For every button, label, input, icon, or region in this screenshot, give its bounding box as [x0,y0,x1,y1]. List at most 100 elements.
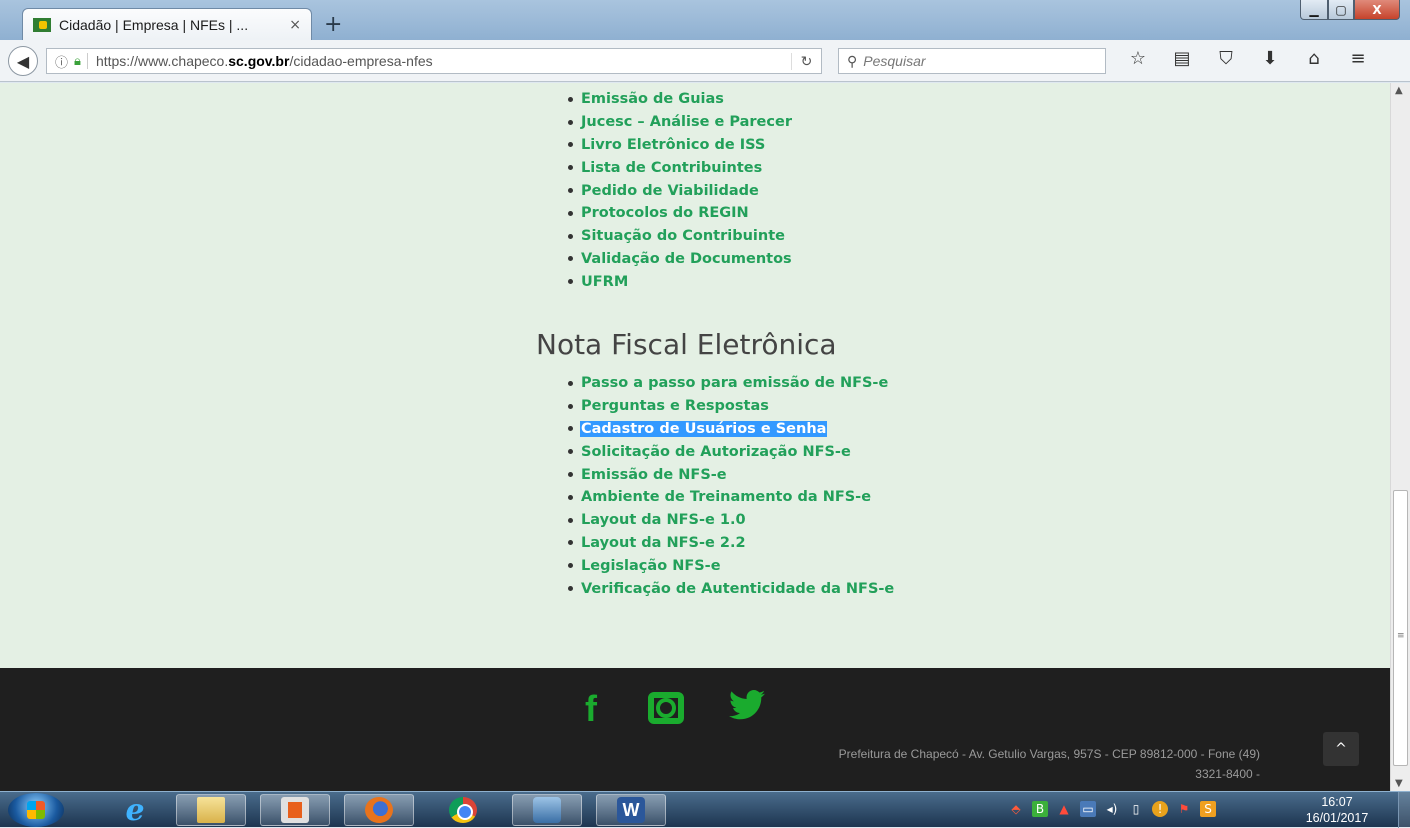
link-text[interactable]: Emissão de NFS-e [580,467,728,483]
clock-date: 16/01/2017 [1305,811,1369,825]
app-tray-icon[interactable]: S [1200,801,1216,817]
link-text[interactable]: Emissão de Guias [580,91,725,107]
windows-logo-icon [27,801,45,819]
back-arrow-icon: ◀ [16,51,30,71]
link-text[interactable]: Legislação NFS-e [580,558,722,574]
list-item[interactable]: Perguntas e Respostas [568,395,895,418]
browser-tab[interactable]: Cidadão | Empresa | NFEs | ... × [22,8,312,40]
volume-icon[interactable]: ◂) [1104,801,1120,817]
info-icon[interactable]: ⓘ [55,52,68,71]
scrollbar-thumb[interactable]: ≡ [1393,490,1408,766]
media-player-icon [281,797,309,823]
link-text[interactable]: Livro Eletrônico de ISS [580,137,766,153]
link-text[interactable]: Lista de Contribuintes [580,160,763,176]
bookmark-star-icon[interactable]: ☆ [1116,48,1160,69]
link-text[interactable]: Protocolos do REGIN [580,205,750,221]
facebook-icon[interactable]: f [585,688,597,730]
instagram-icon[interactable] [648,692,684,724]
list-item[interactable]: Jucesc – Análise e Parecer [568,111,793,134]
lock-icon[interactable]: 🔒︎ [74,53,81,69]
link-text[interactable]: Solicitação de Autorização NFS-e [580,444,852,460]
warning-icon[interactable]: ▲ [1056,801,1072,817]
system-clock[interactable]: 16:07 16/01/2017 [1292,794,1382,826]
home-icon[interactable]: ⌂ [1292,48,1336,69]
list-item[interactable]: Protocolos do REGIN [568,202,793,225]
list-item-selected[interactable]: Cadastro de Usuários e Senha [568,418,895,441]
link-text[interactable]: Situação do Contribuinte [580,228,786,244]
tab-title: Cidadão | Empresa | NFEs | ... [59,16,249,33]
list-item[interactable]: Pedido de Viabilidade [568,179,793,202]
list-item[interactable]: Situação do Contribuinte [568,225,793,248]
system-tray: ⬘ B ▲ ▭ ◂) ▯ ! ⚑ S [1008,801,1216,817]
list-item[interactable]: Layout da NFS-e 2.2 [568,532,895,555]
download-icon[interactable]: ⬇ [1248,48,1292,69]
title-bar: Cidadão | Empresa | NFEs | ... × + ▁ ▢ X [0,0,1410,40]
site-favicon [33,17,51,32]
new-tab-button[interactable]: + [324,12,342,37]
link-text[interactable]: Perguntas e Respostas [580,398,770,414]
taskbar-ie[interactable]: e [100,793,170,828]
list-item[interactable]: Livro Eletrônico de ISS [568,134,793,157]
link-text[interactable]: Layout da NFS-e 2.2 [580,535,747,551]
list-item[interactable]: Emissão de NFS-e [568,463,895,486]
list-item[interactable]: Ambiente de Treinamento da NFS-e [568,486,895,509]
link-text[interactable]: Verificação de Autenticidade da NFS-e [580,581,895,597]
window-controls: ▁ ▢ X [1300,0,1400,20]
url-path: /cidadao-empresa-nfes [289,53,433,69]
link-text[interactable]: Jucesc – Análise e Parecer [580,114,793,130]
network-arrows-icon[interactable]: ⬘ [1008,801,1024,817]
address-bar[interactable]: ⓘ 🔒︎ https://www.chapeco.sc.gov.br/cidad… [46,48,822,74]
list-item[interactable]: Passo a passo para emissão de NFS-e [568,372,895,395]
back-to-top-button[interactable]: ^ [1323,732,1359,766]
link-text[interactable]: Validação de Documentos [580,251,793,267]
section-title: Nota Fiscal Eletrônica [536,328,837,361]
taskbar-firefox[interactable] [344,794,414,826]
network-icon[interactable]: ▯ [1128,801,1144,817]
scroll-down-icon[interactable]: ▼ [1395,778,1403,789]
pocket-icon[interactable]: ⛉ [1204,48,1248,69]
link-text[interactable]: Pedido de Viabilidade [580,183,760,199]
twitter-icon[interactable] [728,690,766,720]
list-item[interactable]: Emissão de Guias [568,88,793,111]
list-item[interactable]: Lista de Contribuintes [568,156,793,179]
link-text[interactable]: Layout da NFS-e 1.0 [580,512,747,528]
b-app-icon[interactable]: B [1032,801,1048,817]
search-input[interactable]: ⚲ Pesquisar [838,48,1106,74]
scroll-up-icon[interactable]: ▲ [1395,85,1403,96]
show-desktop-button[interactable] [1398,792,1410,828]
nfse-link-list: Passo a passo para emissão de NFS-e Perg… [568,372,895,600]
maximize-button[interactable]: ▢ [1328,0,1354,20]
taskbar-remote-desktop[interactable] [512,794,582,826]
reload-icon[interactable]: ↻ [791,52,821,70]
back-button[interactable]: ◀ [8,46,38,76]
close-window-button[interactable]: X [1354,0,1400,20]
monitor-icon[interactable]: ▭ [1080,801,1096,817]
list-item[interactable]: Verificação de Autenticidade da NFS-e [568,577,895,600]
taskbar-media[interactable] [260,794,330,826]
navigation-bar: ◀ ⓘ 🔒︎ https://www.chapeco.sc.gov.br/cid… [0,40,1410,82]
reading-list-icon[interactable]: ▤ [1160,48,1204,69]
minimize-button[interactable]: ▁ [1300,0,1328,20]
taskbar-explorer[interactable] [176,794,246,826]
action-center-flag-icon[interactable]: ⚑ [1176,801,1192,817]
windows-taskbar: e W ⬘ B ▲ ▭ ◂) ▯ ! ⚑ S 16:07 16/01/2017 [0,791,1410,828]
start-button[interactable] [8,793,64,827]
list-item[interactable]: UFRM [568,270,793,293]
list-item[interactable]: Layout da NFS-e 1.0 [568,509,895,532]
link-text[interactable]: UFRM [580,274,629,290]
link-text[interactable]: Passo a passo para emissão de NFS-e [580,375,889,391]
tab-close-icon[interactable]: × [289,17,301,33]
list-item[interactable]: Legislação NFS-e [568,554,895,577]
list-item[interactable]: Validação de Documentos [568,248,793,271]
list-item[interactable]: Solicitação de Autorização NFS-e [568,440,895,463]
menu-icon[interactable]: ≡ [1336,48,1380,69]
taskbar-chrome[interactable] [428,794,498,826]
alert-icon[interactable]: ! [1152,801,1168,817]
link-text[interactable]: Ambiente de Treinamento da NFS-e [580,489,872,505]
chrome-icon [449,797,477,823]
taskbar-word[interactable]: W [596,794,666,826]
page-scrollbar[interactable]: ▲ ≡ ▼ [1390,83,1410,791]
link-text[interactable]: Cadastro de Usuários e Senha [580,420,828,437]
search-placeholder: Pesquisar [863,53,926,69]
url-text[interactable]: https://www.chapeco.sc.gov.br/cidadao-em… [96,53,791,69]
